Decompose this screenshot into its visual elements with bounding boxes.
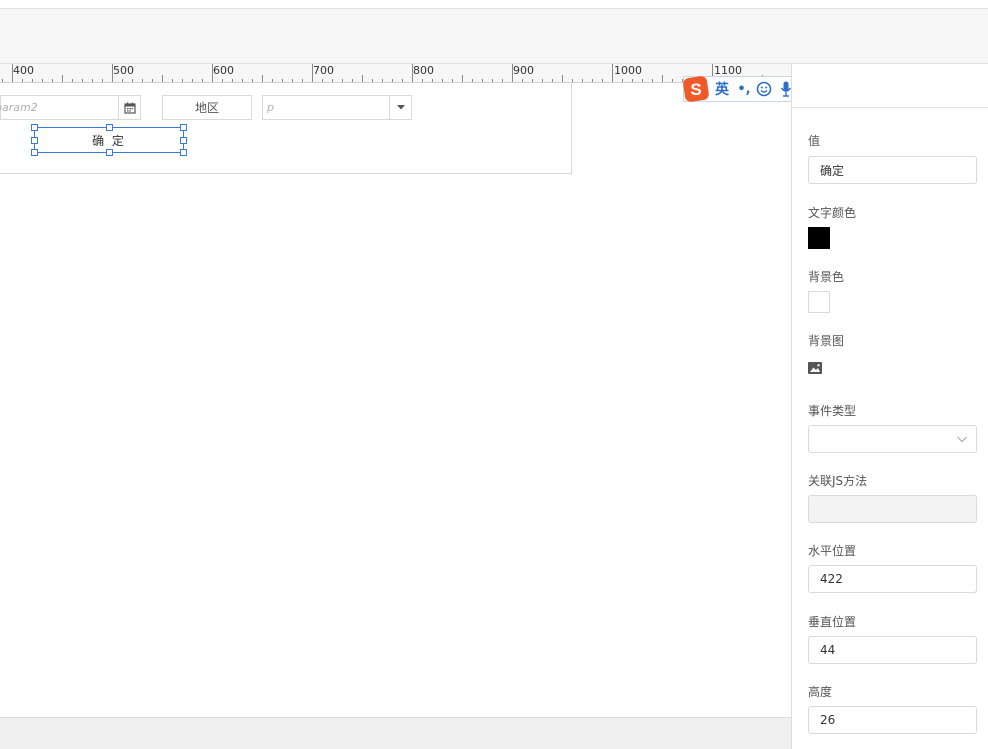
horizontal-scrollbar[interactable] xyxy=(0,717,791,749)
js-method-label: 关联JS方法 xyxy=(808,474,868,488)
image-icon[interactable] xyxy=(808,362,822,377)
ruler-label-1000: 1000 xyxy=(614,64,642,77)
date-input[interactable]: param2 xyxy=(0,95,141,120)
text-color-label: 文字颜色 xyxy=(808,206,857,220)
emoji-icon[interactable] xyxy=(753,77,775,101)
v-pos-input[interactable]: 44 xyxy=(808,636,977,664)
resize-handle-nw[interactable] xyxy=(31,124,38,131)
text-color-swatch[interactable] xyxy=(808,227,830,249)
date-input-placeholder: param2 xyxy=(0,101,38,114)
panel-header xyxy=(792,64,988,108)
region-select[interactable]: p xyxy=(262,95,412,120)
ime-punct-toggle[interactable]: •, xyxy=(735,77,753,101)
h-pos-input[interactable]: 422 xyxy=(808,565,977,593)
resize-handle-ne[interactable] xyxy=(180,124,187,131)
toolbar xyxy=(0,8,988,64)
value-input[interactable]: 确定 xyxy=(808,156,977,184)
resize-handle-sw[interactable] xyxy=(31,149,38,156)
properties-panel: 值 确定 文字颜色 背景色 背景图 事件类型 关联JS方法 水平位置 422 垂… xyxy=(791,64,988,749)
height-input[interactable]: 26 xyxy=(808,706,977,734)
ruler-label-600: 600 xyxy=(213,64,234,77)
ime-mode-toggle[interactable]: 英 xyxy=(709,77,735,101)
h-pos-label: 水平位置 xyxy=(808,544,857,558)
js-method-input[interactable] xyxy=(808,495,977,523)
resize-handle-s[interactable] xyxy=(106,149,113,156)
ruler-label-400: 400 xyxy=(13,64,34,77)
top-strip xyxy=(0,0,988,8)
event-type-select[interactable] xyxy=(808,425,977,453)
ruler-label-900: 900 xyxy=(513,64,534,77)
sogou-logo-icon[interactable]: S xyxy=(683,76,709,102)
ruler-label-700: 700 xyxy=(313,64,334,77)
horizontal-ruler: 400 500 600 700 800 900 1000 1100 xyxy=(0,64,791,83)
ruler-label-500: 500 xyxy=(113,64,134,77)
value-label: 值 xyxy=(808,134,821,148)
bg-color-swatch[interactable] xyxy=(808,291,830,313)
height-label: 高度 xyxy=(808,685,833,699)
resize-handle-n[interactable] xyxy=(106,124,113,131)
bg-color-label: 背景色 xyxy=(808,270,845,284)
v-pos-label: 垂直位置 xyxy=(808,615,857,629)
event-type-label: 事件类型 xyxy=(808,404,857,418)
resize-handle-w[interactable] xyxy=(31,137,38,144)
region-label[interactable]: 地区 xyxy=(162,95,252,120)
calendar-icon[interactable] xyxy=(118,96,140,119)
design-canvas[interactable]: param2 地区 p 确 xyxy=(0,83,791,717)
resize-handle-e[interactable] xyxy=(180,137,187,144)
designer-window: 400 500 600 700 800 900 1000 1100 param2 xyxy=(0,0,988,749)
chevron-down-icon xyxy=(957,436,967,443)
bg-image-label: 背景图 xyxy=(808,334,845,348)
ruler-label-800: 800 xyxy=(413,64,434,77)
region-select-placeholder: p xyxy=(267,101,274,114)
svg-text:S: S xyxy=(690,80,701,99)
caret-down-icon[interactable] xyxy=(389,96,411,119)
resize-handle-se[interactable] xyxy=(180,149,187,156)
